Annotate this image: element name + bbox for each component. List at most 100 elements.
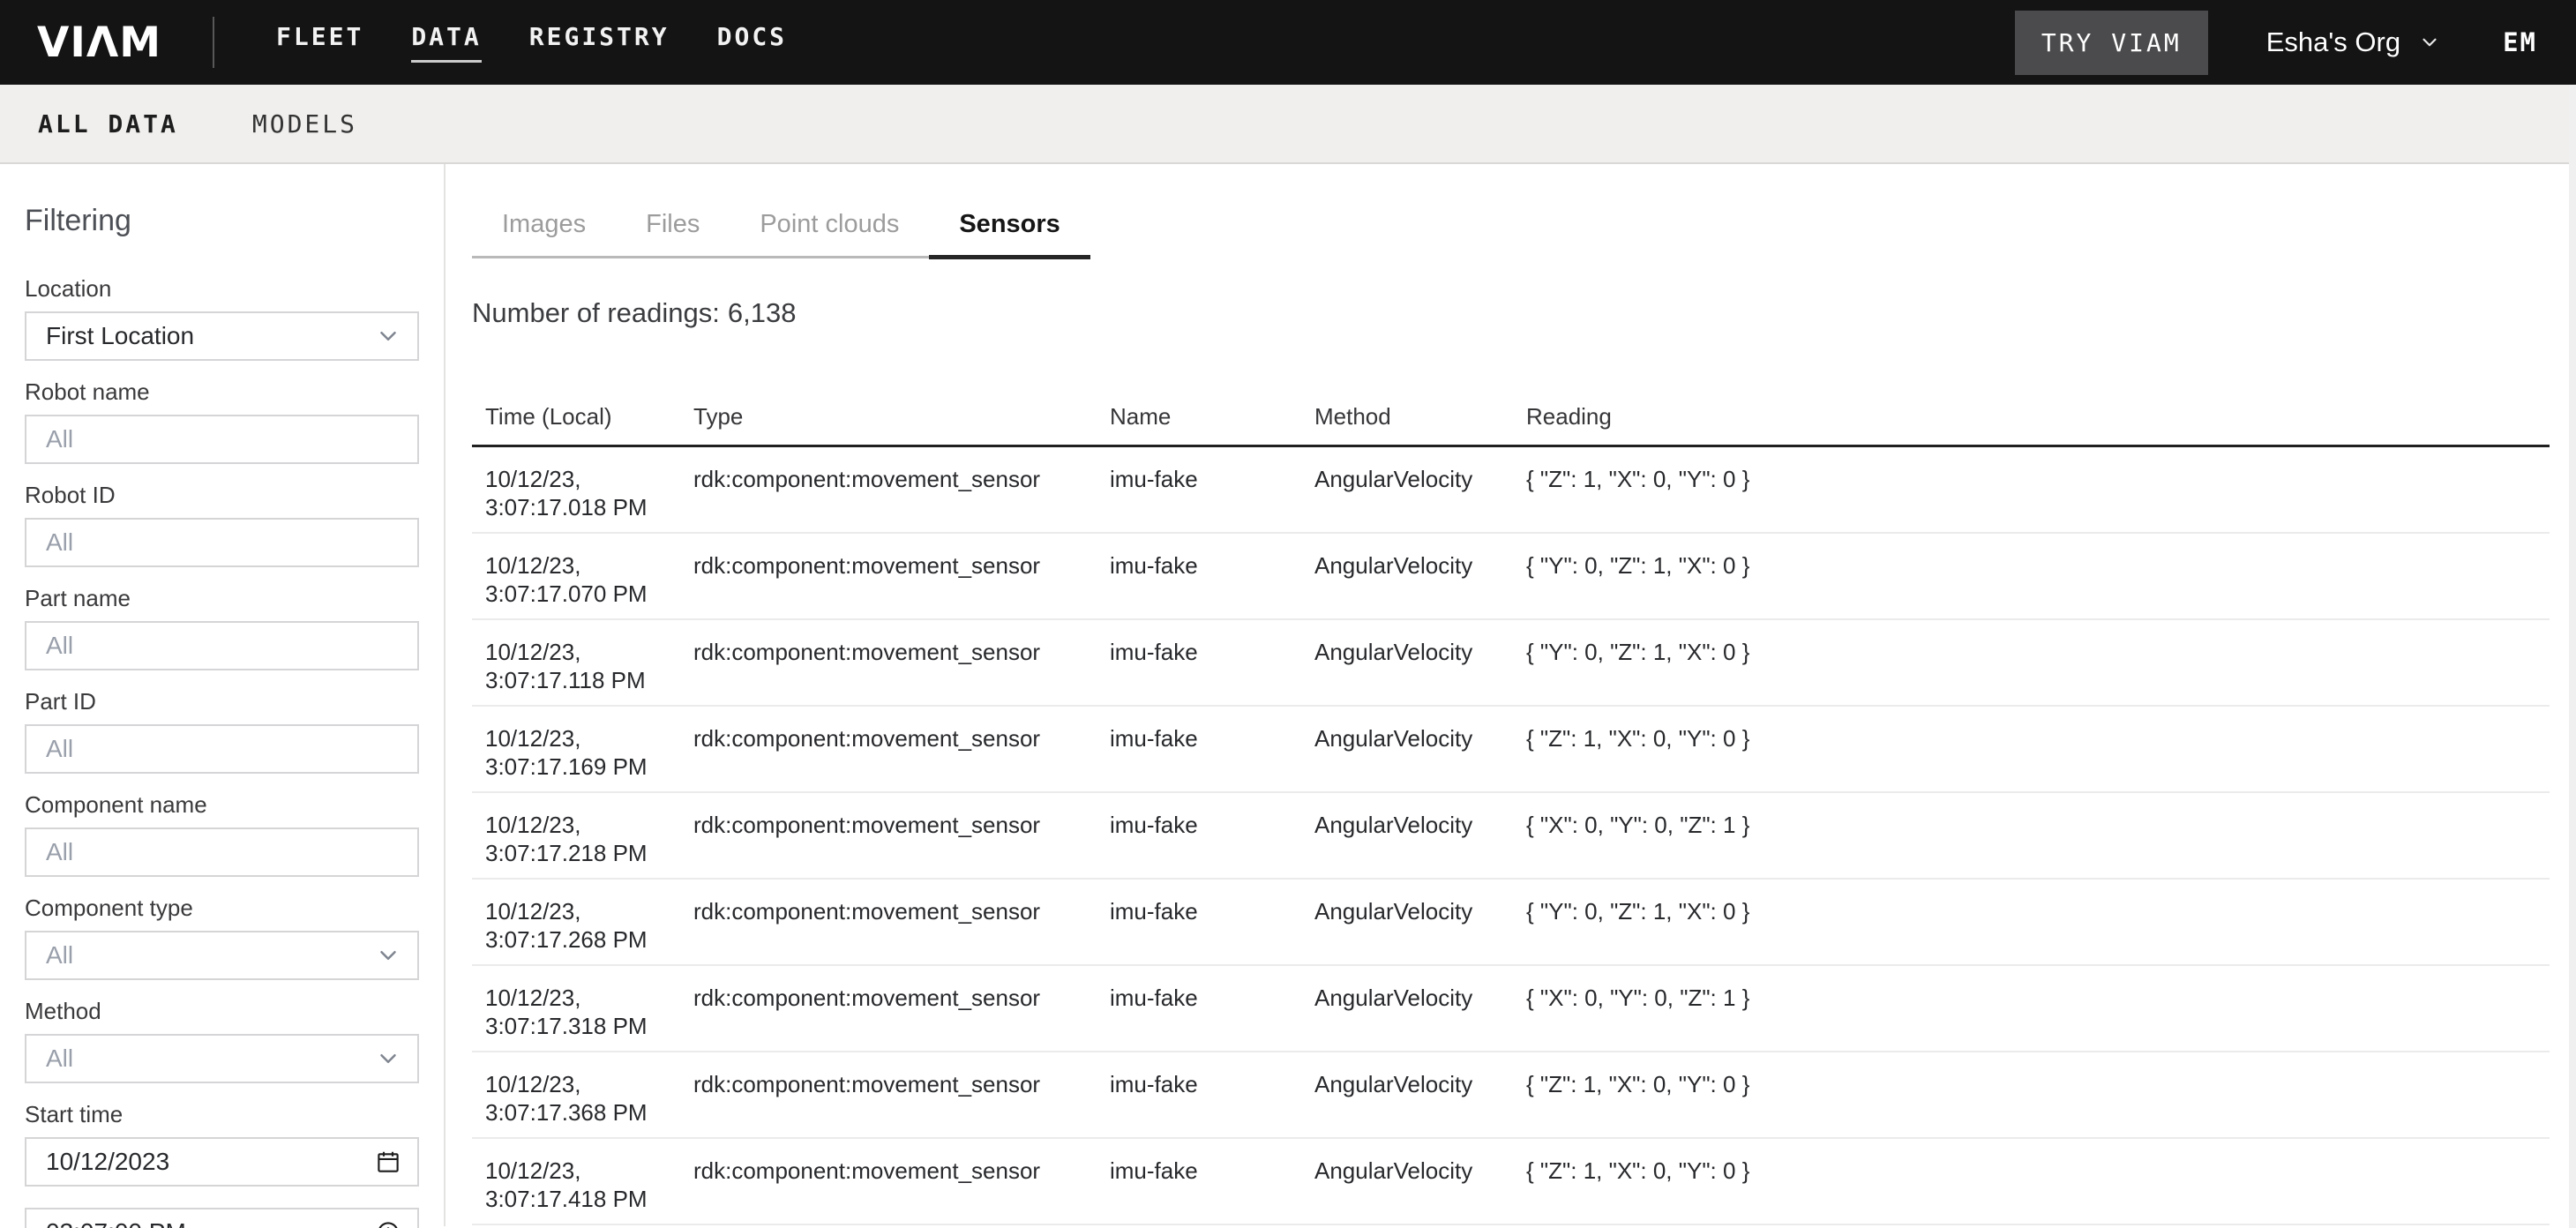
cell-time-clock: 3:07:17.070 PM bbox=[485, 580, 680, 608]
cell-time: 10/12/23,3:07:17.218 PM bbox=[472, 793, 680, 878]
org-name: Esha's Org bbox=[2266, 26, 2400, 58]
cell-time-date: 10/12/23, bbox=[485, 984, 680, 1012]
filter-fields: LocationFirst LocationRobot nameRobot ID… bbox=[25, 275, 419, 1228]
cell-time: 10/12/23,3:07:17.169 PM bbox=[472, 707, 680, 791]
calendar-icon bbox=[375, 1149, 401, 1175]
subnav-tab-models[interactable]: MODELS bbox=[252, 109, 357, 139]
nav-link-docs[interactable]: DOCS bbox=[717, 22, 787, 63]
cell-time-clock: 3:07:17.218 PM bbox=[485, 839, 680, 867]
org-switcher[interactable]: Esha's Org bbox=[2266, 26, 2441, 58]
subnav-tab-all-data[interactable]: ALL DATA bbox=[38, 109, 178, 139]
component-type-value: All bbox=[46, 941, 73, 970]
try-viam-button[interactable]: TRY VIAM bbox=[2015, 11, 2208, 75]
filter-label-location: Location bbox=[25, 275, 419, 303]
page-scrollbar[interactable] bbox=[2569, 85, 2576, 1228]
cell-method: AngularVelocity bbox=[1301, 966, 1513, 1051]
table-row: 10/12/23,3:07:17.368 PMrdk:component:mov… bbox=[472, 1052, 2550, 1139]
table-row: 10/12/23,3:07:17.318 PMrdk:component:mov… bbox=[472, 966, 2550, 1052]
part-id-input[interactable] bbox=[25, 724, 419, 774]
filter-field-method: MethodAll bbox=[25, 998, 419, 1083]
avatar[interactable]: EM bbox=[2503, 27, 2537, 57]
cell-time-date: 10/12/23, bbox=[485, 638, 680, 666]
part-name-input[interactable] bbox=[25, 621, 419, 670]
filter-label-part-name: Part name bbox=[25, 585, 419, 612]
cell-reading: { "Y": 0, "Z": 1, "X": 0 } bbox=[1513, 534, 2550, 618]
filter-label-start-time: Start time bbox=[25, 1101, 419, 1128]
cell-name: imu-fake bbox=[1097, 793, 1301, 878]
cell-name: imu-fake bbox=[1097, 1052, 1301, 1137]
column-header-method: Method bbox=[1301, 403, 1513, 445]
page-layout: Filtering LocationFirst LocationRobot na… bbox=[0, 164, 2576, 1226]
component-type-select[interactable]: All bbox=[25, 931, 419, 980]
cell-method: AngularVelocity bbox=[1301, 1052, 1513, 1137]
filter-sidebar: Filtering LocationFirst LocationRobot na… bbox=[0, 164, 446, 1226]
cell-method: AngularVelocity bbox=[1301, 707, 1513, 791]
tab-files[interactable]: Files bbox=[616, 210, 730, 259]
cell-method: AngularVelocity bbox=[1301, 1139, 1513, 1224]
top-nav: VIΛM FLEET DATA REGISTRY DOCS TRY VIAM Esha… bbox=[0, 0, 2576, 85]
cell-name: imu-fake bbox=[1097, 707, 1301, 791]
cell-reading: { "Z": 1, "X": 0, "Y": 0 } bbox=[1513, 707, 2550, 791]
cell-reading: { "Z": 1, "X": 0, "Y": 0 } bbox=[1513, 1052, 2550, 1137]
cell-time: 10/12/23,3:07:17.070 PM bbox=[472, 534, 680, 618]
cell-reading: { "Z": 1, "X": 0, "Y": 0 } bbox=[1513, 1139, 2550, 1224]
nav-right-group: TRY VIAM Esha's Org EM bbox=[2015, 11, 2537, 75]
tab-point-clouds[interactable]: Point clouds bbox=[730, 210, 929, 259]
cell-method: AngularVelocity bbox=[1301, 534, 1513, 618]
robot-name-input[interactable] bbox=[25, 415, 419, 464]
nav-link-registry[interactable]: REGISTRY bbox=[529, 22, 670, 63]
chevron-down-icon bbox=[375, 1045, 401, 1072]
cell-type: rdk:component:movement_sensor bbox=[680, 447, 1097, 532]
table-row: 10/12/23,3:07:17.118 PMrdk:component:mov… bbox=[472, 620, 2550, 707]
cell-type: rdk:component:movement_sensor bbox=[680, 1052, 1097, 1137]
filter-label-component-name: Component name bbox=[25, 791, 419, 819]
cell-reading: { "Z": 1, "X": 0, "Y": 0 } bbox=[1513, 447, 2550, 532]
chevron-down-icon bbox=[2418, 31, 2441, 54]
column-header-type: Type bbox=[680, 403, 1097, 445]
cell-type: rdk:component:movement_sensor bbox=[680, 880, 1097, 964]
cell-name: imu-fake bbox=[1097, 447, 1301, 532]
cell-type: rdk:component:movement_sensor bbox=[680, 966, 1097, 1051]
filter-field-part-name: Part name bbox=[25, 585, 419, 670]
start-time-value: 10/12/2023 bbox=[46, 1148, 169, 1176]
location-select[interactable]: First Location bbox=[25, 311, 419, 361]
cell-name: imu-fake bbox=[1097, 880, 1301, 964]
method-select[interactable]: All bbox=[25, 1034, 419, 1083]
start-time-time[interactable]: 03:07:00 PM bbox=[25, 1208, 419, 1228]
sub-nav: ALL DATA MODELS bbox=[0, 85, 2576, 164]
robot-id-input[interactable] bbox=[25, 518, 419, 567]
cell-time-date: 10/12/23, bbox=[485, 551, 680, 580]
table-row: 10/12/23,3:07:17.018 PMrdk:component:mov… bbox=[472, 447, 2550, 534]
column-header-reading: Reading bbox=[1513, 403, 2550, 445]
viam-logo[interactable]: VIΛM bbox=[37, 19, 161, 67]
sensor-readings-table: Time (Local)TypeNameMethodReading 10/12/… bbox=[472, 403, 2550, 1225]
filter-field-component-type: Component type All bbox=[25, 895, 419, 980]
nav-divider bbox=[213, 17, 214, 68]
table-row: 10/12/23,3:07:17.070 PMrdk:component:mov… bbox=[472, 534, 2550, 620]
start-time-date[interactable]: 10/12/2023 bbox=[25, 1137, 419, 1187]
filter-label-robot-id: Robot ID bbox=[25, 482, 419, 509]
table-row: 10/12/23,3:07:17.418 PMrdk:component:mov… bbox=[472, 1139, 2550, 1225]
clock-icon bbox=[375, 1219, 401, 1228]
nav-link-data[interactable]: DATA bbox=[411, 22, 481, 63]
table-body: 10/12/23,3:07:17.018 PMrdk:component:mov… bbox=[472, 447, 2550, 1225]
cell-time: 10/12/23,3:07:17.418 PM bbox=[472, 1139, 680, 1224]
nav-link-fleet[interactable]: FLEET bbox=[276, 22, 363, 63]
cell-time-clock: 3:07:17.018 PM bbox=[485, 493, 680, 521]
cell-type: rdk:component:movement_sensor bbox=[680, 534, 1097, 618]
cell-method: AngularVelocity bbox=[1301, 793, 1513, 878]
cell-method: AngularVelocity bbox=[1301, 880, 1513, 964]
table-row: 10/12/23,3:07:17.268 PMrdk:component:mov… bbox=[472, 880, 2550, 966]
filter-label-component-type: Component type bbox=[25, 895, 419, 922]
data-type-tabs: ImagesFilesPoint cloudsSensors bbox=[472, 210, 1090, 258]
column-header-name: Name bbox=[1097, 403, 1301, 445]
chevron-down-icon bbox=[375, 323, 401, 349]
cell-name: imu-fake bbox=[1097, 534, 1301, 618]
cell-reading: { "Y": 0, "Z": 1, "X": 0 } bbox=[1513, 620, 2550, 705]
tab-sensors[interactable]: Sensors bbox=[929, 210, 1090, 259]
cell-time: 10/12/23,3:07:17.118 PM bbox=[472, 620, 680, 705]
component-name-input[interactable] bbox=[25, 827, 419, 877]
cell-time-clock: 3:07:17.268 PM bbox=[485, 925, 680, 954]
tab-images[interactable]: Images bbox=[472, 210, 616, 259]
cell-time: 10/12/23,3:07:17.018 PM bbox=[472, 447, 680, 532]
